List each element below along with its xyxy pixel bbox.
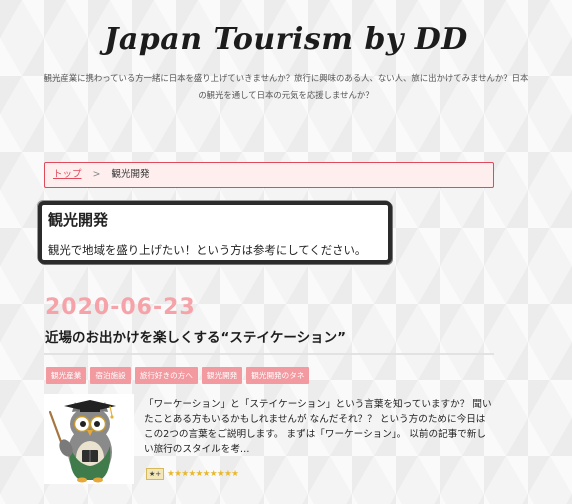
post-title-divider [44,353,494,355]
owl-teacher-illustration [48,400,116,483]
post-excerpt: 「ワーケーション」と「ステイケーション」という言葉を知っていますか？ 聞いたこと… [144,399,492,455]
site-title[interactable]: Japan Tourism by DD [0,22,572,57]
post-rating: ★+ ★★★★★★★★★★ [146,468,239,480]
rating-badge: ★+ [146,468,165,480]
breadcrumb: トップ > 観光開発 [44,162,494,188]
post-tags: 観光産業 宿泊施設 旅行好きの方へ 観光開発 観光開発のタネ [46,367,310,384]
breadcrumb-home-link[interactable]: トップ [53,169,82,180]
tag-link[interactable]: 観光開発のタネ [246,367,310,384]
tag-link[interactable]: 観光開発 [201,367,243,384]
category-title: 観光開発 [48,211,109,229]
post-title[interactable]: 近場のお出かけを楽しくする“ステイケーション” [45,326,495,346]
site-tagline: 観光産業に携わっている方一緒に日本を盛り上げていきませんか？旅行に興味のある人、… [43,73,529,100]
category-header-box: 観光開発 観光で地域を盛り上げたい！という方は参考にしてください。 [38,201,392,264]
star-rating-icon: ★★★★★★★★★★ [167,469,239,479]
post-thumbnail[interactable] [44,394,134,484]
category-description: 観光で地域を盛り上げたい！という方は参考にしてください。 [48,243,367,257]
breadcrumb-separator: > [92,169,101,180]
tag-link[interactable]: 宿泊施設 [90,367,131,384]
tag-link[interactable]: 旅行好きの方へ [134,367,198,384]
breadcrumb-current: 観光開発 [111,169,150,180]
tag-link[interactable]: 観光産業 [46,367,87,384]
post-date: 2020-06-23 [45,295,196,320]
